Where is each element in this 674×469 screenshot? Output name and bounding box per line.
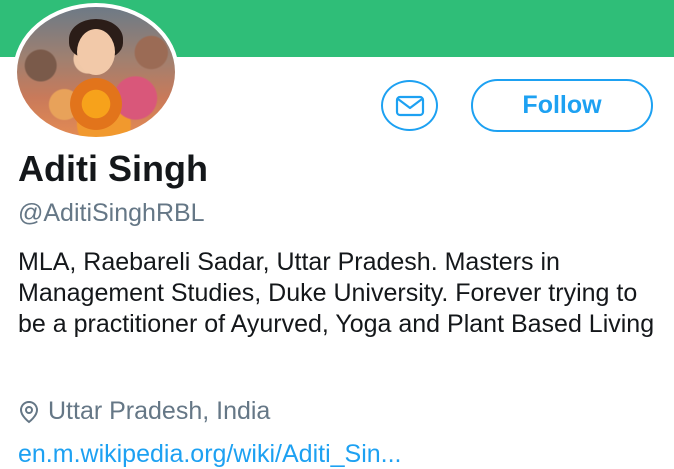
profile-bio: MLA, Raebareli Sadar, Uttar Pradesh. Mas… (18, 248, 655, 338)
location-text: Uttar Pradesh, India (48, 397, 271, 425)
message-button[interactable] (381, 80, 438, 131)
location-pin-icon (19, 400, 39, 423)
profile-location: Uttar Pradesh, India (18, 397, 270, 426)
profile-name: Aditi Singh (18, 148, 208, 189)
profile-handle: @AditiSinghRBL (18, 199, 205, 227)
envelope-icon (395, 95, 424, 116)
profile-avatar[interactable] (13, 3, 179, 141)
follow-button[interactable]: Follow (471, 79, 653, 132)
